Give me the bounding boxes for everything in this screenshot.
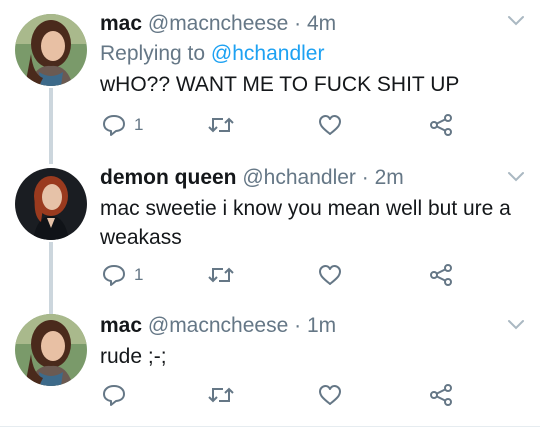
heart-icon: [319, 385, 341, 405]
tweet[interactable]: mac @macncheese · 4m Replying to @hchand…: [0, 0, 540, 150]
retweet-icon: [208, 387, 234, 403]
retweet-button[interactable]: [208, 110, 242, 140]
tweet-actions: 1: [100, 110, 530, 140]
user-handle[interactable]: @macncheese: [148, 314, 288, 337]
separator: ·: [361, 166, 369, 189]
thread-line: [49, 150, 53, 164]
reply-button[interactable]: 1: [102, 260, 143, 290]
tweet-actions: [100, 380, 530, 410]
reply-button[interactable]: 1: [102, 110, 143, 140]
heart-icon: [319, 265, 341, 285]
share-button[interactable]: [429, 380, 453, 410]
heart-icon: [319, 115, 341, 135]
retweet-icon: [208, 267, 234, 283]
user-handle[interactable]: @macncheese: [148, 12, 288, 35]
reply-button[interactable]: [102, 380, 134, 410]
timestamp[interactable]: 1m: [307, 314, 336, 337]
avatar[interactable]: [15, 314, 87, 386]
tweet-header: mac @macncheese · 4m: [100, 10, 525, 38]
reply-count: 1: [134, 115, 144, 134]
retweet-icon: [208, 117, 234, 133]
tweet-content: mac @macncheese · 4m Replying to @hchand…: [100, 10, 525, 99]
replying-to: Replying to @hchandler: [100, 40, 525, 68]
user-handle[interactable]: @hchandler: [242, 166, 356, 189]
chevron-down-icon[interactable]: [506, 170, 526, 184]
reply-icon: [103, 115, 125, 136]
retweet-button[interactable]: [208, 260, 242, 290]
display-name[interactable]: mac: [100, 314, 142, 337]
separator: ·: [294, 314, 302, 337]
tweet-header: mac @macncheese · 1m: [100, 312, 525, 340]
tweet-header: demon queen @hchandler · 2m: [100, 164, 525, 192]
reply-icon: [103, 265, 125, 286]
thread-line: [49, 242, 53, 300]
share-icon: [430, 264, 452, 286]
tweet-actions: 1: [100, 260, 530, 290]
thread-line: [49, 88, 53, 150]
thread-line: [49, 300, 53, 314]
reply-count: 1: [134, 265, 144, 284]
tweet[interactable]: mac @macncheese · 1m rude ;-;: [0, 300, 540, 429]
timestamp[interactable]: 2m: [375, 166, 404, 189]
chevron-down-icon[interactable]: [506, 14, 526, 28]
tweet[interactable]: demon queen @hchandler · 2m mac sweetie …: [0, 150, 540, 300]
tweet-text: rude ;-;: [100, 345, 167, 368]
reply-icon: [103, 385, 125, 406]
separator: ·: [294, 12, 302, 35]
divider: [0, 426, 540, 427]
display-name[interactable]: demon queen: [100, 166, 237, 189]
tweet-content: mac @macncheese · 1m rude ;-;: [100, 312, 525, 371]
timestamp[interactable]: 4m: [307, 12, 336, 35]
display-name[interactable]: mac: [100, 12, 142, 35]
retweet-button[interactable]: [208, 380, 242, 410]
replying-to-handle[interactable]: @hchandler: [211, 42, 325, 65]
share-icon: [430, 384, 452, 406]
avatar[interactable]: [15, 168, 87, 240]
tweet-text: wHO?? WANT ME TO FUCK SHIT UP: [100, 73, 460, 96]
share-icon: [430, 114, 452, 136]
share-button[interactable]: [429, 260, 453, 290]
avatar[interactable]: [15, 14, 87, 86]
chevron-down-icon[interactable]: [506, 318, 526, 332]
tweet-thread: mac @macncheese · 4m Replying to @hchand…: [0, 0, 540, 429]
share-button[interactable]: [429, 110, 453, 140]
like-button[interactable]: [318, 260, 350, 290]
like-button[interactable]: [318, 380, 350, 410]
tweet-text: mac sweetie i know you mean well but ure…: [100, 197, 511, 249]
tweet-content: demon queen @hchandler · 2m mac sweetie …: [100, 164, 525, 252]
like-button[interactable]: [318, 110, 350, 140]
replying-to-prefix: Replying to: [100, 42, 206, 65]
